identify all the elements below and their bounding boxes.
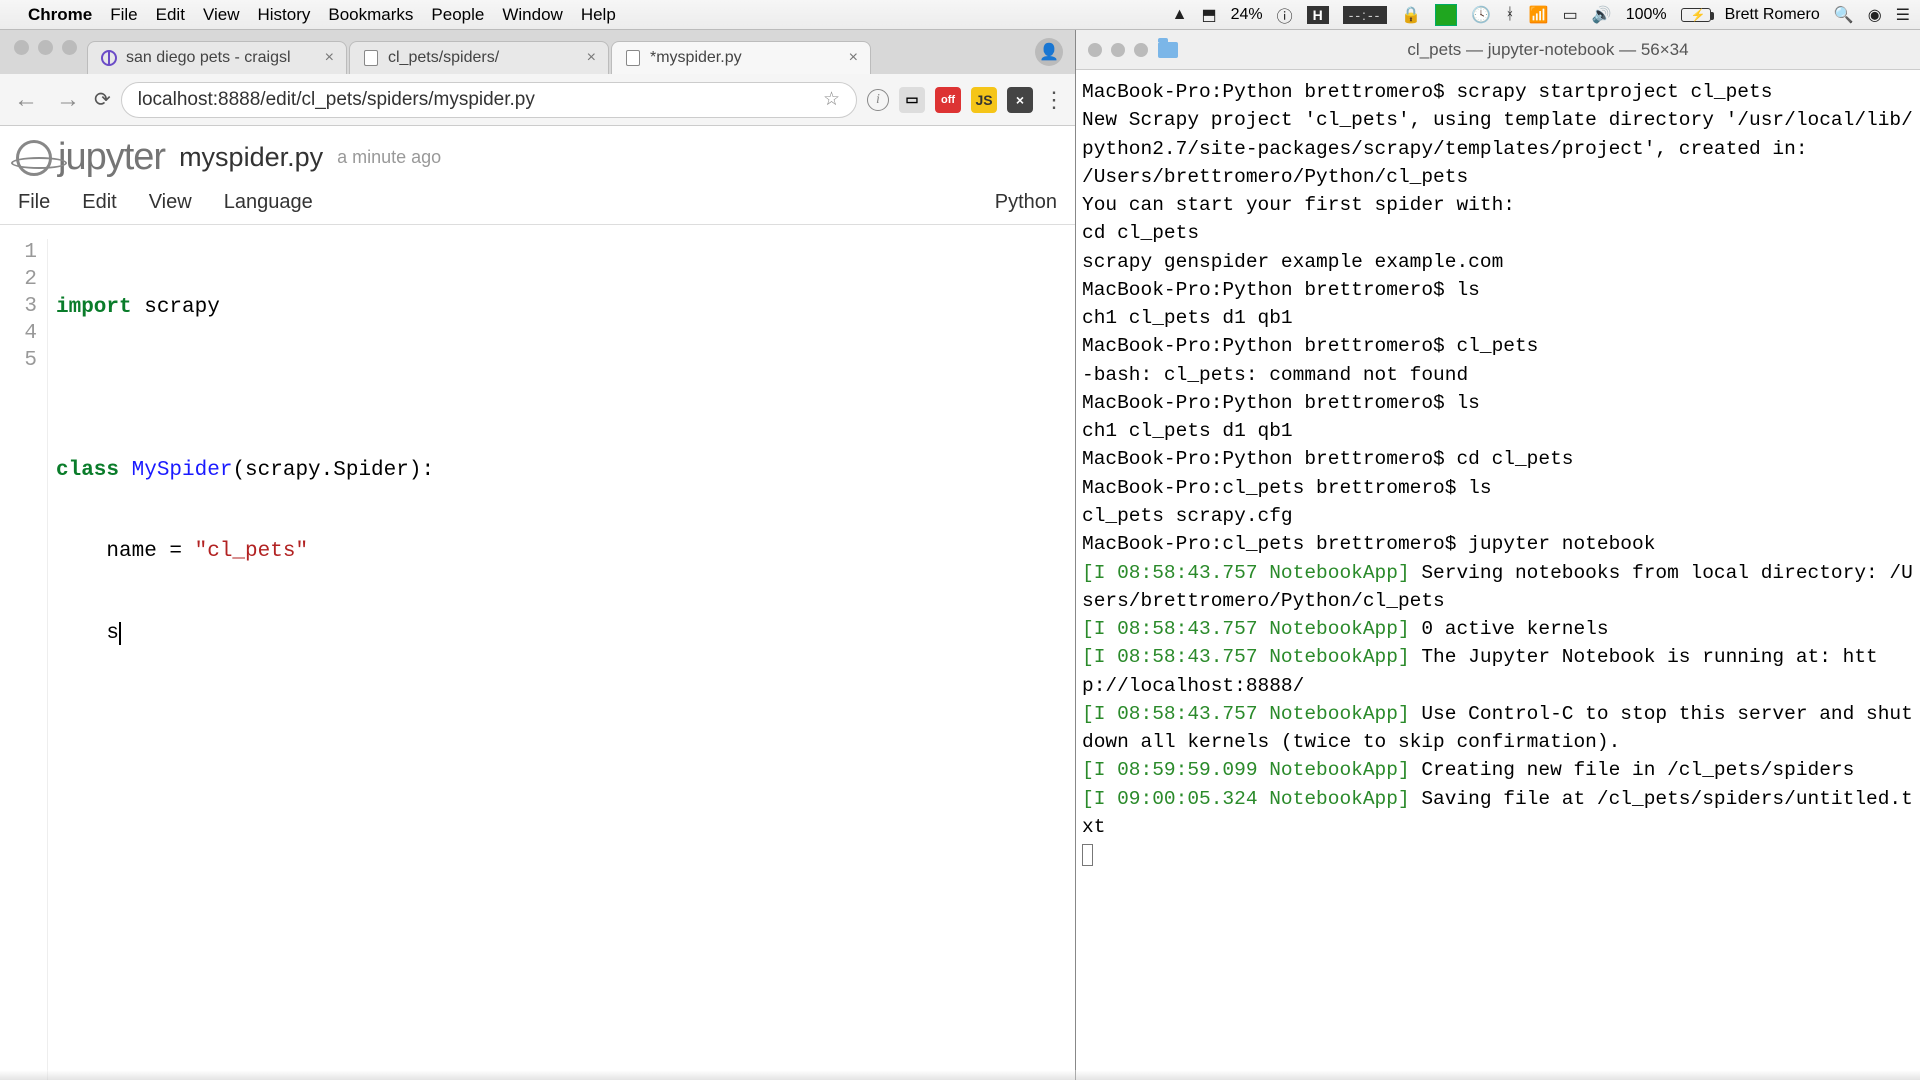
menu-bookmarks[interactable]: Bookmarks: [328, 5, 413, 25]
craigslist-favicon-icon: [100, 49, 118, 67]
browser-tab[interactable]: san diego pets - craigsl ×: [87, 41, 347, 74]
notebook-filename[interactable]: myspider.py: [179, 142, 323, 173]
jupyter-menu-language[interactable]: Language: [224, 191, 313, 214]
accessibility-icon[interactable]: ⓘ: [1277, 3, 1293, 27]
terminal-title: cl_pets — jupyter-notebook — 56×34: [1188, 40, 1908, 60]
folder-favicon-icon: [362, 49, 380, 67]
menu-window[interactable]: Window: [502, 5, 562, 25]
forward-button[interactable]: →: [52, 86, 84, 114]
jupyter-logo[interactable]: jupyter: [16, 136, 165, 179]
active-app-name[interactable]: Chrome: [28, 5, 92, 25]
tab-close-icon[interactable]: ×: [587, 49, 596, 67]
line-gutter: 1 2 3 4 5: [0, 239, 48, 1080]
reload-button[interactable]: ⟳: [94, 87, 111, 112]
address-bar[interactable]: localhost:8888/edit/cl_pets/spiders/mysp…: [121, 82, 857, 118]
code-content[interactable]: import scrapy class MySpider(scrapy.Spid…: [48, 239, 434, 1080]
green-app-icon[interactable]: [1435, 4, 1457, 26]
jupyter-header: jupyter myspider.py a minute ago: [0, 126, 1075, 185]
menu-history[interactable]: History: [257, 5, 310, 25]
last-saved-time: a minute ago: [337, 147, 441, 168]
chrome-window: san diego pets - craigsl × cl_pets/spide…: [0, 30, 1076, 1080]
url-text: localhost:8888/edit/cl_pets/spiders/mysp…: [138, 89, 535, 111]
close-extension-icon[interactable]: ×: [1007, 87, 1033, 113]
bookmark-star-icon[interactable]: ☆: [823, 88, 840, 111]
menu-edit[interactable]: Edit: [156, 5, 185, 25]
wifi-icon[interactable]: 📶: [1529, 5, 1549, 25]
cloud-sync-icon[interactable]: ▲: [1172, 6, 1188, 24]
menu-view[interactable]: View: [203, 5, 240, 25]
window-controls: [6, 40, 87, 65]
chrome-menu-icon[interactable]: ⋮: [1043, 87, 1065, 113]
terminal-cursor: [1082, 844, 1093, 866]
adblock-extension-icon[interactable]: off: [935, 87, 961, 113]
site-info-icon[interactable]: i: [867, 89, 889, 111]
timer-display[interactable]: --:--: [1343, 6, 1388, 24]
browser-tab[interactable]: cl_pets/spiders/ ×: [349, 41, 609, 74]
jupyter-planet-icon: [16, 140, 52, 176]
terminal-titlebar: cl_pets — jupyter-notebook — 56×34: [1076, 30, 1920, 70]
volume-icon[interactable]: 🔊: [1592, 5, 1612, 25]
maximize-window-button[interactable]: [62, 40, 77, 55]
battery-icon[interactable]: ⚡: [1681, 8, 1711, 22]
folder-icon: [1158, 42, 1178, 58]
dock-edge: [0, 1070, 1920, 1080]
back-button[interactable]: ←: [10, 86, 42, 114]
minimize-window-button[interactable]: [38, 40, 53, 55]
time-machine-icon[interactable]: 🕓: [1471, 5, 1491, 25]
jupyter-menu-file[interactable]: File: [18, 191, 50, 214]
tab-title: *myspider.py: [650, 49, 742, 67]
jupyter-menu-view[interactable]: View: [149, 191, 192, 214]
terminal-window: cl_pets — jupyter-notebook — 56×34 MacBo…: [1076, 30, 1920, 1080]
notification-center-icon[interactable]: ☰: [1896, 5, 1910, 25]
chrome-tab-strip: san diego pets - craigsl × cl_pets/spide…: [0, 30, 1075, 74]
jupyter-menubar: File Edit View Language Python: [0, 185, 1075, 225]
close-window-button[interactable]: [1088, 43, 1102, 57]
menu-help[interactable]: Help: [581, 5, 616, 25]
chrome-toolbar: ← → ⟳ localhost:8888/edit/cl_pets/spider…: [0, 74, 1075, 126]
macos-menubar: Chrome File Edit View History Bookmarks …: [0, 0, 1920, 30]
jupyter-logo-text: jupyter: [58, 136, 165, 179]
tab-close-icon[interactable]: ×: [849, 49, 858, 67]
display-icon[interactable]: ▭: [1563, 5, 1578, 25]
battery-percent[interactable]: 100%: [1626, 6, 1667, 24]
file-favicon-icon: [624, 49, 642, 67]
terminal-content[interactable]: MacBook-Pro:Python brettromero$ scrapy s…: [1076, 70, 1920, 1080]
maximize-window-button[interactable]: [1134, 43, 1148, 57]
dropbox-icon[interactable]: ⬒: [1201, 5, 1216, 25]
siri-icon[interactable]: ◉: [1868, 5, 1882, 25]
tab-close-icon[interactable]: ×: [325, 49, 334, 67]
bluetooth-icon[interactable]: ᚼ: [1505, 6, 1515, 24]
lock-icon[interactable]: 🔒: [1401, 5, 1421, 25]
extension-icon[interactable]: ▭: [899, 87, 925, 113]
zoom-percent[interactable]: 24%: [1231, 6, 1263, 24]
menu-people[interactable]: People: [431, 5, 484, 25]
text-cursor: [119, 622, 121, 645]
user-name[interactable]: Brett Romero: [1725, 6, 1820, 24]
browser-tab-active[interactable]: *myspider.py ×: [611, 41, 871, 74]
spotlight-icon[interactable]: 🔍: [1834, 5, 1854, 25]
code-editor[interactable]: 1 2 3 4 5 import scrapy class MySpider(s…: [0, 225, 1075, 1080]
chrome-profile-icon[interactable]: 👤: [1035, 38, 1063, 66]
kernel-language: Python: [995, 191, 1057, 214]
menu-file[interactable]: File: [110, 5, 137, 25]
tab-title: cl_pets/spiders/: [388, 49, 499, 67]
minimize-window-button[interactable]: [1111, 43, 1125, 57]
jupyter-menu-edit[interactable]: Edit: [82, 191, 116, 214]
js-extension-icon[interactable]: JS: [971, 87, 997, 113]
h-app-icon[interactable]: H: [1307, 6, 1329, 24]
tab-title: san diego pets - craigsl: [126, 49, 291, 67]
close-window-button[interactable]: [14, 40, 29, 55]
